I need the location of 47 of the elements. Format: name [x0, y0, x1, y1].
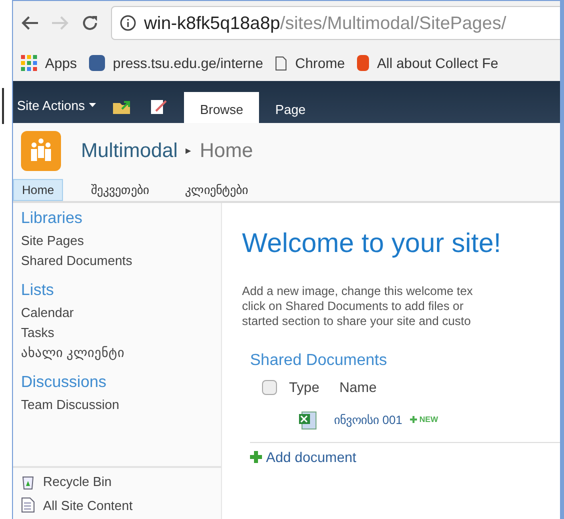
intro-text: started section to share your site and custo	[242, 314, 472, 328]
page-title: Home	[200, 139, 254, 164]
column-header[interactable]: Name	[339, 376, 377, 398]
top-nav-tab[interactable]: Home	[13, 179, 64, 201]
office-logo-icon	[356, 55, 369, 71]
nav-link[interactable]: All Site Content	[43, 496, 133, 515]
document-icon	[21, 497, 35, 514]
nav-link[interactable]: Shared Documents	[21, 251, 221, 271]
edit-page-icon[interactable]	[150, 99, 168, 115]
add-document-link[interactable]: Add document	[266, 446, 356, 468]
caret-icon	[88, 103, 96, 108]
site-favicon-icon	[88, 55, 105, 71]
intro-text: click on Shared Documents to add files or	[242, 298, 464, 314]
library-title[interactable]: Shared Documents	[250, 348, 560, 372]
spreadsheet-file-icon	[298, 410, 318, 430]
plus-icon	[250, 451, 262, 463]
url-text: win-k8fk5q18a8p/sites/Multimodal/SitePages/	[144, 12, 506, 35]
info-icon	[120, 15, 136, 31]
bookmark-link[interactable]: All about Collect Fe	[376, 52, 498, 74]
apps-grid-icon	[21, 55, 37, 71]
top-nav-tab[interactable]: კლიენტები	[177, 179, 256, 201]
nav-link[interactable]: ახალი კლიენტი	[21, 343, 221, 363]
ribbon-tab[interactable]: Browse	[184, 92, 260, 123]
select-all-checkbox[interactable]	[262, 380, 277, 394]
nav-link[interactable]: Recycle Bin	[43, 472, 112, 492]
ribbon-tab[interactable]: Page	[263, 92, 318, 123]
back-arrow-icon[interactable]	[21, 15, 39, 31]
page-icon	[275, 56, 288, 70]
bookmark-link[interactable]: Chrome	[295, 52, 345, 74]
column-header[interactable]: Type	[289, 376, 320, 398]
reload-icon[interactable]	[81, 14, 99, 32]
document-link[interactable]: ინვოისი 001	[334, 410, 402, 428]
nav-link[interactable]: Tasks	[21, 323, 221, 343]
welcome-heading: Welcome to your site!	[242, 227, 502, 260]
intro-text: Add a new image, change this welcome tex	[242, 284, 474, 298]
nav-link[interactable]: Site Pages	[21, 231, 221, 251]
bookmark-link[interactable]: Apps	[45, 52, 77, 74]
top-nav-tab[interactable]: შეკვეთები	[83, 179, 158, 201]
site-actions-menu[interactable]: Site Actions	[17, 96, 96, 123]
site-title[interactable]: Multimodal	[81, 136, 178, 166]
recycle-bin-icon	[21, 474, 35, 490]
bookmark-link[interactable]: press.tsu.edu.ge/interne	[112, 52, 264, 74]
site-logo-icon	[21, 131, 61, 171]
nav-link[interactable]: Calendar	[21, 303, 221, 323]
nav-link[interactable]: Team Discussion	[21, 395, 221, 415]
breadcrumb-separator: ▸	[186, 144, 192, 159]
new-label: NEW	[419, 414, 438, 426]
